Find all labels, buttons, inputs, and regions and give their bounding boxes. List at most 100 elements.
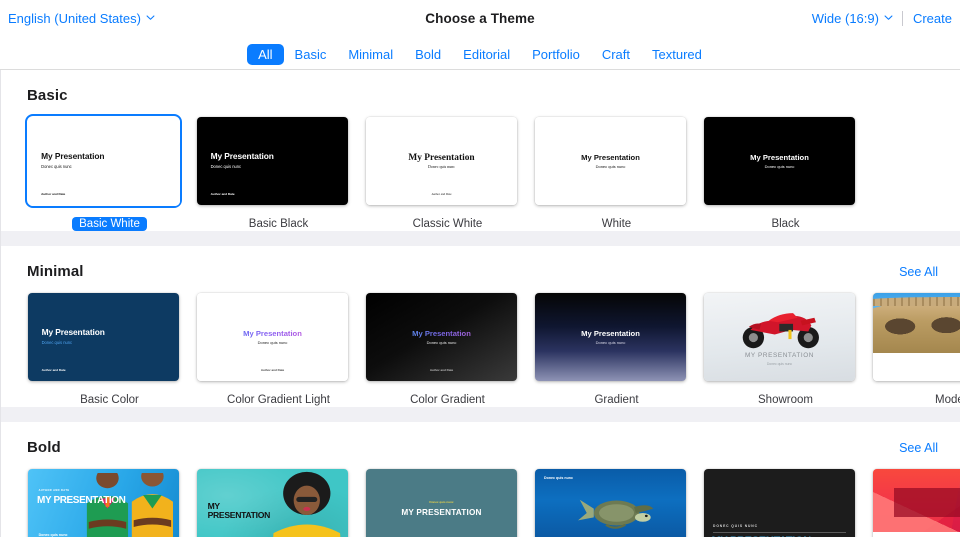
tab-all[interactable]: All: [247, 44, 284, 65]
motorcycle-image: [728, 304, 834, 350]
create-button[interactable]: Create: [903, 11, 952, 26]
slide-title: MY PRESENTATION: [401, 507, 482, 517]
theme-thumbnail[interactable]: My Presentation Donec quis nunc: [701, 114, 858, 208]
theme-name-text: Basic White: [72, 217, 147, 231]
theme-name-label: Classic White: [363, 217, 532, 231]
section-header: Bold See All: [1, 422, 960, 466]
theme-preview: MYPRESENTATIONDonec quis nunc: [197, 469, 348, 537]
tab-minimal[interactable]: Minimal: [337, 44, 404, 65]
slide-title: MY PRESENTATION: [37, 494, 126, 506]
theme-card[interactable]: AUTHOR AND DATE MY PRESENTATION Donec quis…: [25, 466, 194, 537]
theme-thumbnail[interactable]: Donec quis nunc MY PRESENTATION: [363, 466, 520, 537]
slide-s-sub: Donec quis nunc: [41, 163, 72, 169]
theme-name-label: Black: [701, 217, 870, 231]
theme-card-black[interactable]: My Presentation Donec quis nunc Black: [701, 114, 870, 231]
section-title: Bold: [27, 439, 61, 456]
tab-textured[interactable]: Textured: [641, 44, 713, 65]
theme-card-color-gradient-light[interactable]: My Presentation Donec quis nunc Author and…: [194, 290, 363, 407]
tab-basic[interactable]: Basic: [284, 44, 338, 65]
window-header: English (United States) Choose a Theme W…: [0, 0, 960, 70]
theme-name-label: White: [532, 217, 701, 231]
theme-thumbnail[interactable]: My Presentation Donec quis nunc Author and…: [194, 114, 351, 208]
theme-preview: My Presentation Donec quis nunc: [535, 293, 686, 381]
category-tab-bar: All Basic Minimal Bold Editorial Portfolio Cra…: [0, 40, 960, 69]
slide-s-title: My Presentation: [408, 152, 475, 163]
theme-card-showroom[interactable]: MY PRESENTATION Donec quis nunc Showroom: [701, 290, 870, 407]
see-all-link[interactable]: See All: [899, 265, 938, 279]
theme-preview: AUTHOR AND DATE MY PRESENTATION Donec quis…: [28, 469, 179, 537]
theme-thumbnail[interactable]: My Presentation Donec quis nunc Author and…: [25, 290, 182, 384]
theme-thumbnail[interactable]: My Presentation Donec quis nunc Author and…: [194, 290, 351, 384]
theme-card[interactable]: Donec quis nunc MY PRESENTATION: [363, 466, 532, 537]
header-top-row: English (United States) Choose a Theme W…: [0, 0, 960, 40]
slide-s-title: My Presentation: [41, 327, 105, 338]
slide-title: MY PRESENTATION: [207, 501, 271, 521]
slide-subtitle: Donec quis nunc: [544, 476, 573, 481]
slide-s-sub: Donec quis nunc: [766, 362, 793, 367]
theme-preview: DONEC QUIS NUNCMY PRESENTATION: [704, 469, 855, 537]
theme-card-modern[interactable]: My Presentation Modern: [870, 290, 960, 407]
theme-thumbnail[interactable]: My Presentation Donec quis nunc: [532, 290, 689, 384]
slide-s-sub: Donec quis nunc: [764, 164, 795, 170]
theme-thumbnail[interactable]: MYPRESENTATIONDonec quis nunc: [194, 466, 351, 537]
theme-name-text: Basic Color: [80, 394, 139, 406]
theme-preview: MY PRESENTATION Donec quis nunc: [704, 293, 855, 381]
theme-name-text: Color Gradient: [410, 394, 485, 406]
slide-s-title: My Presentation: [581, 328, 640, 338]
tab-craft[interactable]: Craft: [591, 44, 641, 65]
section-minimal: Minimal See All My Presentation Donec quis …: [1, 246, 960, 407]
theme-gallery-scroll-area[interactable]: Basic My Presentation Donec quis nunc Autho…: [0, 70, 960, 537]
theme-card-basic-black[interactable]: My Presentation Donec quis nunc Author and…: [194, 114, 363, 231]
theme-card[interactable]: Donec quis nuncMy Presentation: [532, 466, 701, 537]
theme-card-basic-color[interactable]: My Presentation Donec quis nunc Author and…: [25, 290, 194, 407]
theme-card-color-gradient[interactable]: My Presentation Donec quis nunc Author and…: [363, 290, 532, 407]
theme-preview: My Presentation: [873, 293, 960, 381]
slide-s-foot: Author and Date: [429, 367, 454, 372]
theme-card-classic-white[interactable]: My Presentation Donec quis nunc Author and…: [363, 114, 532, 231]
theme-name-text: White: [601, 218, 632, 230]
theme-row: My Presentation Donec quis nunc Author and…: [1, 114, 960, 231]
slide-size-picker[interactable]: Wide (16:9): [812, 11, 902, 26]
tab-portfolio[interactable]: Portfolio: [521, 44, 591, 65]
slide-s-title: My Presentation: [197, 329, 348, 338]
theme-preview: My Presentation Donec quis nunc Author and…: [27, 116, 180, 206]
theme-thumbnail[interactable]: AUTHOR AND DATE MY PRESENTATION Donec quis…: [25, 466, 182, 537]
section-header: Minimal See All: [1, 246, 960, 290]
section-basic: Basic My Presentation Donec quis nunc Autho…: [1, 70, 960, 231]
slide-s-foot: Author and Date: [431, 191, 452, 196]
theme-thumbnail[interactable]: My Presentation: [870, 290, 960, 384]
section-divider: [1, 231, 960, 246]
theme-thumbnail[interactable]: My Presentation Donec quis nunc: [532, 114, 689, 208]
theme-thumbnail[interactable]: DONEC QUIS NUNCMY PRESENTATION: [701, 466, 858, 537]
slide-s-title: My Presentation: [581, 152, 640, 162]
slide-s-sub: Donec quis nunc: [426, 340, 457, 346]
tab-bold[interactable]: Bold: [404, 44, 452, 65]
theme-name-label: Showroom: [701, 393, 870, 407]
theme-chooser-window: English (United States) Choose a Theme W…: [0, 0, 960, 537]
slide-s-title: My Presentation: [366, 329, 517, 338]
slide-s-sub: Donec quis nunc: [428, 164, 455, 170]
tab-editorial[interactable]: Editorial: [452, 44, 521, 65]
theme-card[interactable]: MYPRESENTATIONDonec quis nunc: [194, 466, 363, 537]
theme-card[interactable]: DONEC QUIS NUNCMY PRESENTATION: [701, 466, 870, 537]
theme-name-text: Basic Black: [248, 218, 309, 230]
header-right-group: Wide (16:9) Create: [812, 11, 952, 26]
section-header: Basic: [1, 70, 960, 114]
theme-name-text: Modern: [935, 394, 960, 406]
slide-s-sub: Donec quis nunc: [41, 339, 73, 345]
theme-thumbnail[interactable]: [870, 466, 960, 537]
theme-thumbnail[interactable]: MY PRESENTATION Donec quis nunc: [701, 290, 858, 384]
theme-card[interactable]: [870, 466, 960, 537]
theme-card-basic-white[interactable]: My Presentation Donec quis nunc Author and…: [25, 114, 194, 231]
slide-subtitle: Donec quis nunc: [38, 533, 68, 537]
theme-card-gradient[interactable]: My Presentation Donec quis nunc Gradient: [532, 290, 701, 407]
theme-thumbnail[interactable]: My Presentation Donec quis nunc Author and…: [363, 114, 520, 208]
abstract-art-image: [873, 469, 960, 533]
theme-name-label: Modern: [870, 393, 960, 407]
theme-card-white[interactable]: My Presentation Donec quis nunc White: [532, 114, 701, 231]
theme-thumbnail[interactable]: My Presentation Donec quis nunc Author and…: [363, 290, 520, 384]
theme-thumbnail[interactable]: My Presentation Donec quis nunc Author and…: [25, 114, 182, 208]
see-all-link[interactable]: See All: [899, 441, 938, 455]
theme-thumbnail[interactable]: Donec quis nuncMy Presentation: [532, 466, 689, 537]
slide-eyebrow: AUTHOR AND DATE: [38, 489, 70, 493]
